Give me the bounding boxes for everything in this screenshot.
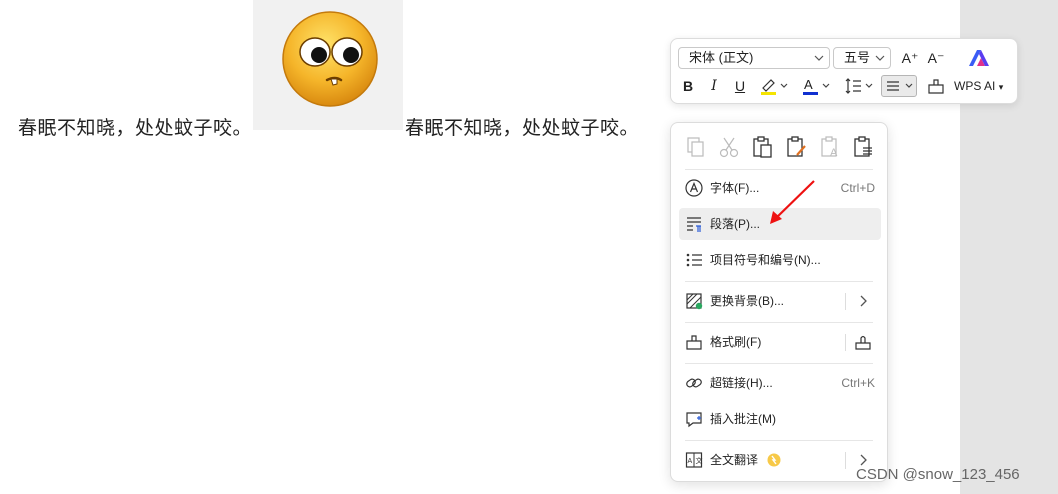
- svg-text:A: A: [804, 77, 813, 92]
- copy-button[interactable]: [685, 135, 707, 159]
- font-color-icon: A: [803, 77, 830, 95]
- font-name-select[interactable]: 宋体 (正文): [678, 47, 830, 69]
- font-name-value: 宋体 (正文): [689, 50, 754, 65]
- paste-keep-format-icon: [787, 136, 806, 157]
- wps-ai-label: WPS AI: [954, 79, 996, 93]
- menu-item-label: 格式刷(F): [710, 335, 762, 349]
- background-icon: [686, 293, 703, 310]
- menu-item-full-translate[interactable]: A 文 全文翻译: [679, 444, 881, 476]
- context-menu: A 字体(F)... Ctrl+D 段落(P)... 项目符号和编号(N)...…: [670, 122, 888, 482]
- italic-button[interactable]: I: [706, 75, 722, 97]
- menu-item-label: 全文翻译: [710, 453, 759, 467]
- svg-text:A: A: [688, 458, 693, 465]
- font-size-select[interactable]: 五号: [833, 47, 891, 69]
- menu-item-divider: [845, 293, 846, 310]
- menu-item-label: 项目符号和编号(N)...: [710, 253, 821, 267]
- font-icon: [685, 179, 703, 197]
- menu-item-label: 段落(P)...: [710, 217, 760, 231]
- font-color-button[interactable]: A: [801, 76, 831, 101]
- menu-item-label: 插入批注(M): [710, 412, 776, 426]
- menu-item-shortcut: Ctrl+D: [840, 181, 875, 195]
- paste-button[interactable]: [752, 135, 774, 159]
- svg-text:A: A: [830, 147, 838, 159]
- grow-font-button[interactable]: A⁺: [900, 47, 920, 69]
- menu-item-shortcut: Ctrl+K: [841, 376, 875, 390]
- wps-ai-logo-button[interactable]: [967, 48, 991, 73]
- hyperlink-icon: [686, 378, 702, 388]
- paragraph-icon: [687, 217, 701, 232]
- format-painter-icon: [928, 79, 944, 94]
- menu-separator: [685, 169, 873, 170]
- grow-font-icon: A⁺: [901, 50, 919, 66]
- highlight-button[interactable]: [759, 76, 789, 101]
- paste-special-icon: [854, 136, 872, 157]
- translate-icon: A 文: [685, 452, 703, 468]
- brush-icon[interactable]: [853, 333, 873, 351]
- line-spacing-button[interactable]: [844, 76, 874, 101]
- underline-button[interactable]: U: [732, 75, 748, 97]
- document-text-left[interactable]: 春眠不知晓，处处蚊子咬。: [18, 113, 252, 140]
- clipboard-row: A: [671, 123, 887, 169]
- menu-item-divider: [845, 334, 846, 351]
- menu-item-divider: [845, 452, 846, 469]
- comment-icon: [686, 412, 702, 428]
- inline-emoji-image[interactable]: [253, 0, 403, 130]
- watermark: CSDN @snow_123_456: [856, 466, 1020, 483]
- menu-item-label: 字体(F)...: [710, 181, 760, 195]
- chevron-down-icon: ▾: [998, 82, 1004, 92]
- wps-ai-button[interactable]: WPS AI ▾: [954, 76, 1003, 97]
- paste-text-only-icon: A: [821, 136, 838, 159]
- menu-item-label: 更换背景(B)...: [710, 294, 784, 308]
- chevron-down-icon: [814, 48, 824, 76]
- line-spacing-icon: [845, 78, 873, 94]
- shrink-font-button[interactable]: A⁻: [926, 47, 946, 69]
- cut-button[interactable]: [718, 135, 740, 159]
- menu-separator: [685, 322, 873, 323]
- document-text-right[interactable]: 春眠不知晓，处处蚊子咬。: [405, 113, 639, 140]
- menu-item-hyperlink[interactable]: 超链接(H)... Ctrl+K: [679, 367, 881, 399]
- menu-separator: [685, 281, 873, 282]
- wps-ai-logo-icon: [969, 50, 989, 66]
- highlighter-icon: [761, 79, 788, 95]
- format-painter-icon: [686, 335, 702, 350]
- chevron-down-icon: [875, 48, 885, 76]
- paste-text-only-button[interactable]: A: [820, 135, 842, 159]
- menu-separator: [685, 440, 873, 441]
- shrink-font-icon: A⁻: [927, 50, 945, 66]
- menu-item-bullets-numbering[interactable]: 项目符号和编号(N)...: [679, 244, 881, 276]
- bullet-list-icon: [686, 253, 702, 267]
- menu-item-insert-comment[interactable]: 插入批注(M): [679, 403, 881, 435]
- format-painter-button[interactable]: [926, 76, 946, 101]
- copy-icon: [687, 137, 704, 157]
- mini-format-toolbar: 宋体 (正文) 五号 A⁺ A⁻ B I U A WPS AI ▾: [670, 38, 1018, 104]
- align-button[interactable]: [881, 75, 917, 97]
- paste-special-button[interactable]: [853, 135, 875, 159]
- cut-icon: [719, 137, 739, 158]
- chevron-right-icon[interactable]: [853, 292, 873, 310]
- menu-separator: [685, 363, 873, 364]
- align-center-icon: [887, 81, 913, 91]
- annotation-arrow-icon: [770, 180, 815, 224]
- bold-button[interactable]: B: [680, 75, 696, 97]
- menu-item-label: 超链接(H)...: [710, 376, 773, 390]
- paste-keep-format-button[interactable]: [786, 135, 808, 159]
- paste-icon: [753, 136, 772, 158]
- menu-item-change-background[interactable]: 更换背景(B)...: [679, 285, 881, 317]
- smirking-emoji-icon: [282, 11, 378, 107]
- svg-text:文: 文: [696, 456, 703, 465]
- font-size-value: 五号: [844, 50, 871, 65]
- menu-item-format-painter[interactable]: 格式刷(F): [679, 326, 881, 358]
- premium-badge-icon: [767, 453, 781, 467]
